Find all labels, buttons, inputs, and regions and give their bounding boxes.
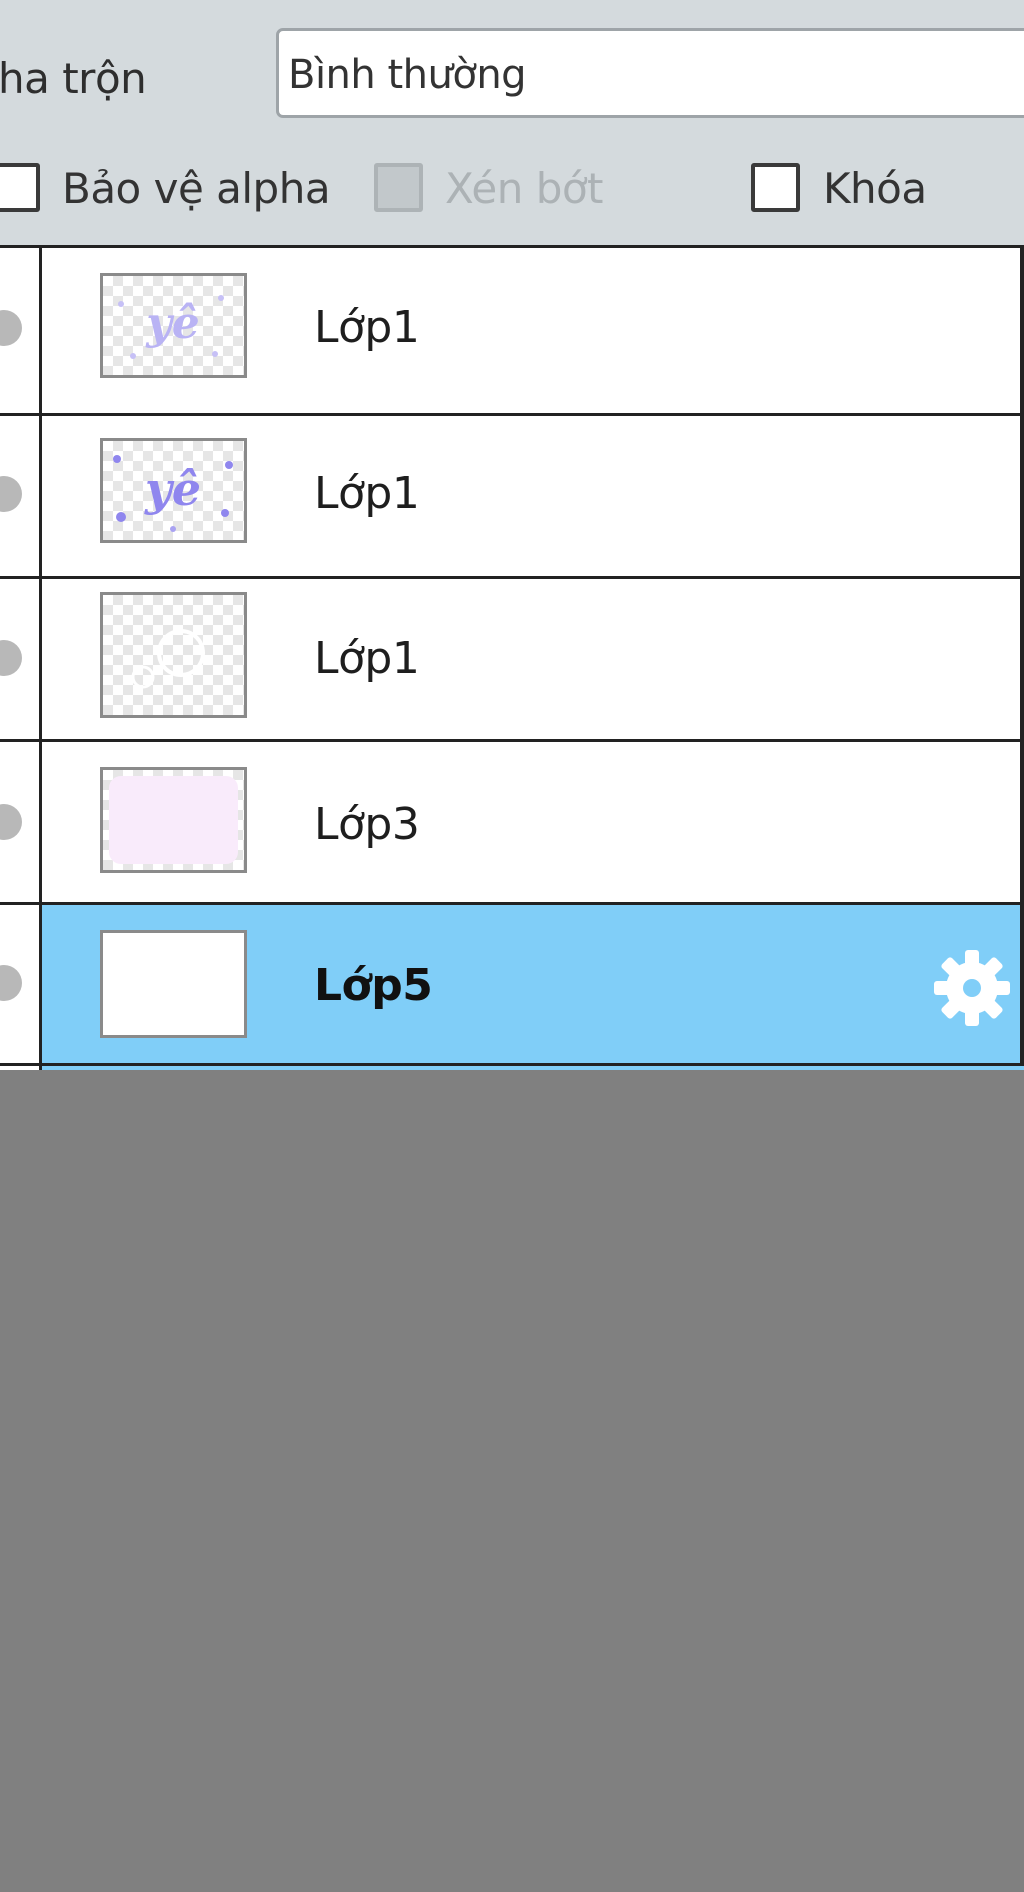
layer-name: Lớp3 bbox=[314, 799, 420, 850]
eye-icon[interactable] bbox=[0, 310, 22, 346]
lock-label: Khóa bbox=[823, 164, 927, 213]
protect-alpha-checkbox[interactable] bbox=[0, 163, 40, 212]
layer-name: Lớp1 bbox=[314, 633, 420, 684]
layer-thumbnail: yê bbox=[100, 438, 247, 543]
panel-right-border bbox=[1020, 245, 1024, 1063]
visibility-column bbox=[0, 248, 40, 413]
blend-mode-value: Bình thường bbox=[288, 52, 527, 98]
layer-name: Lớp1 bbox=[314, 468, 420, 519]
layer-row[interactable]: yê Lớp1 bbox=[0, 416, 1024, 581]
thumbnail-art bbox=[131, 629, 205, 689]
column-divider bbox=[39, 416, 42, 581]
layer-thumbnail bbox=[100, 930, 247, 1038]
thumbnail-art bbox=[109, 776, 238, 864]
layer-row-selected[interactable]: Lớp5 bbox=[0, 905, 1024, 1070]
layer-row[interactable]: Lớp3 bbox=[0, 742, 1024, 907]
row-divider bbox=[0, 1063, 1024, 1066]
column-divider bbox=[39, 742, 42, 907]
eye-icon[interactable] bbox=[0, 965, 22, 1001]
column-divider bbox=[39, 905, 42, 1070]
layer-row[interactable]: yê Lớp1 bbox=[0, 248, 1024, 413]
thumbnail-text: yê bbox=[144, 462, 201, 516]
layer-thumbnail bbox=[100, 767, 247, 873]
eye-icon[interactable] bbox=[0, 640, 22, 676]
clipping-label: Xén bớt bbox=[445, 164, 604, 213]
layer-thumbnail bbox=[100, 592, 247, 718]
blend-mode-select[interactable]: Bình thường bbox=[276, 28, 1024, 118]
gear-icon[interactable] bbox=[932, 948, 1012, 1028]
thumbnail-art: yê bbox=[113, 455, 233, 532]
visibility-column bbox=[0, 579, 40, 744]
column-divider bbox=[39, 248, 42, 413]
clipping-checkbox bbox=[374, 163, 423, 212]
layer-name: Lớp5 bbox=[314, 960, 433, 1011]
layer-thumbnail: yê bbox=[100, 273, 247, 378]
eye-icon[interactable] bbox=[0, 476, 22, 512]
column-divider bbox=[39, 579, 42, 744]
blend-mode-label: ha trộn bbox=[0, 54, 147, 103]
eye-icon[interactable] bbox=[0, 804, 22, 840]
visibility-column bbox=[0, 905, 40, 1070]
layer-name: Lớp1 bbox=[314, 302, 420, 353]
visibility-column bbox=[0, 416, 40, 581]
thumbnail-text: yê bbox=[145, 298, 200, 349]
protect-alpha-label: Bảo vệ alpha bbox=[62, 164, 331, 213]
lock-checkbox[interactable] bbox=[751, 163, 800, 212]
thumbnail-art: yê bbox=[118, 295, 224, 359]
layer-options-panel: ha trộn Bình thường Bảo vệ alpha Xén bớt… bbox=[0, 0, 1024, 245]
visibility-column bbox=[0, 742, 40, 907]
layer-row[interactable]: Lớp1 bbox=[0, 579, 1024, 744]
